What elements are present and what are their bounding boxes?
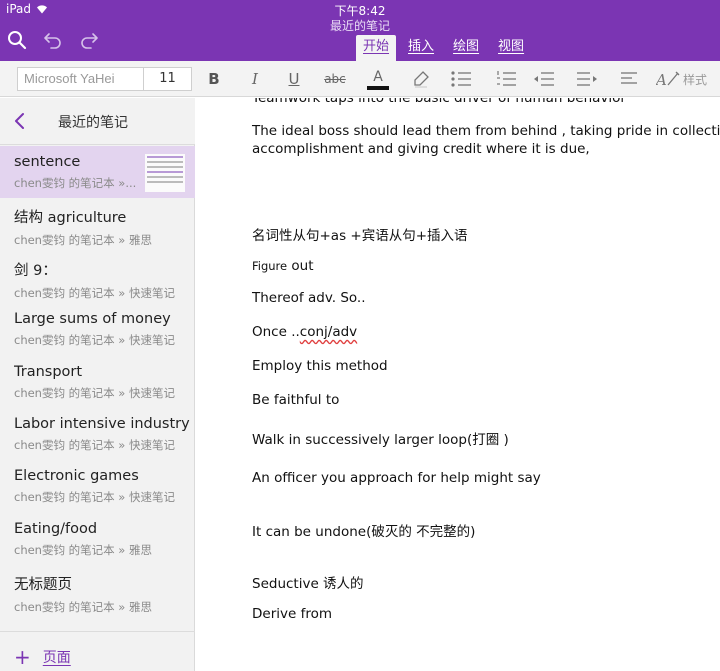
- decrease-indent-icon[interactable]: [532, 67, 556, 91]
- font-color-swatch: [367, 85, 389, 90]
- note-line: Employ this method: [252, 358, 388, 374]
- tab-insert[interactable]: 插入: [401, 35, 441, 61]
- note-location: chen雯钧 的笔记本 » 快速笔记: [14, 285, 175, 300]
- plus-icon: +: [14, 644, 31, 669]
- notes-sidebar: 最近的笔记 sentence chen雯钧 的笔记本 »... 结构 agric…: [0, 98, 195, 671]
- list-item[interactable]: Eating/food chen雯钧 的笔记本 » 雅思: [0, 513, 195, 565]
- font-name-field[interactable]: Microsoft YaHei: [18, 68, 144, 90]
- note-line: 名词性从句+as +宾语从句+插入语: [252, 228, 468, 244]
- font-color-button[interactable]: A: [366, 67, 390, 91]
- ribbon-tabs: 开始 插入 绘图 视图: [356, 35, 536, 61]
- note-line: accomplishment and giving credit where i…: [252, 141, 590, 157]
- figure-word: Figure: [252, 259, 288, 273]
- once-prefix: Once ..: [252, 324, 300, 340]
- note-title: 结构 agriculture: [14, 210, 127, 227]
- sidebar-header: 最近的笔记: [0, 98, 195, 145]
- undo-icon[interactable]: [42, 29, 64, 51]
- note-title: 剑 9：: [14, 262, 57, 279]
- note-title: Eating/food: [14, 520, 98, 537]
- list-item[interactable]: Transport chen雯钧 的笔记本 » 快速笔记: [0, 356, 195, 408]
- list-item[interactable]: 无标题页 chen雯钧 的笔记本 » 雅思: [0, 565, 195, 617]
- note-line: Walk in successively larger loop(打圈 ): [252, 432, 509, 448]
- bullet-list-icon[interactable]: [449, 67, 473, 91]
- note-title: 无标题页: [14, 577, 72, 594]
- add-page-label: 页面: [42, 649, 71, 666]
- note-location: chen雯钧 的笔记本 » 雅思: [14, 600, 152, 615]
- note-line: Teamwork taps into the basic driver of h…: [252, 98, 626, 106]
- font-picker: Microsoft YaHei 11: [17, 67, 192, 91]
- note-line: The ideal boss should lead them from beh…: [252, 123, 720, 139]
- sidebar-title: 最近的笔记: [58, 115, 128, 131]
- figure-rest: out: [287, 258, 314, 274]
- font-size-field[interactable]: 11: [144, 68, 191, 90]
- note-line: Seductive 诱人的: [252, 576, 364, 592]
- list-item[interactable]: sentence chen雯钧 的笔记本 »...: [0, 146, 195, 199]
- list-item[interactable]: 结构 agriculture chen雯钧 的笔记本 » 雅思: [0, 198, 195, 250]
- list-item[interactable]: Electronic games chen雯钧 的笔记本 » 快速笔记: [0, 460, 195, 512]
- italic-button[interactable]: I: [245, 67, 265, 91]
- note-canvas[interactable]: Teamwork taps into the basic driver of h…: [196, 98, 720, 671]
- list-item[interactable]: Labor intensive industry chen雯钧 的笔记本 » 快…: [0, 408, 195, 460]
- note-location: chen雯钧 的笔记本 » 雅思: [14, 542, 152, 557]
- note-line: Thereof adv. So..: [252, 290, 366, 306]
- increase-indent-icon[interactable]: [575, 67, 599, 91]
- note-location: chen雯钧 的笔记本 » 快速笔记: [14, 385, 175, 400]
- note-location: chen雯钧 的笔记本 » 快速笔记: [14, 437, 175, 452]
- font-color-label: A: [373, 68, 383, 85]
- tab-view[interactable]: 视图: [491, 35, 531, 61]
- recent-notes-list: sentence chen雯钧 的笔记本 »... 结构 agriculture…: [0, 146, 195, 618]
- add-page-button[interactable]: + 页面: [0, 631, 195, 671]
- top-actions: [6, 29, 100, 51]
- search-icon[interactable]: [6, 29, 28, 51]
- note-line: Be faithful to: [252, 392, 340, 408]
- note-location: chen雯钧 的笔记本 » 雅思: [14, 233, 152, 248]
- note-title: Labor intensive industry: [14, 415, 190, 432]
- note-location: chen雯钧 的笔记本 » 快速笔记: [14, 333, 175, 348]
- redo-icon[interactable]: [78, 29, 100, 51]
- tab-home[interactable]: 开始: [356, 35, 397, 61]
- styles-icon: A: [656, 71, 680, 88]
- spellcheck-marked-word: conj/adv: [299, 324, 358, 340]
- note-title: Large sums of money: [14, 311, 171, 328]
- note-line: An officer you approach for help might s…: [252, 470, 541, 486]
- note-title: Transport: [14, 363, 83, 380]
- svg-text:A: A: [656, 71, 667, 88]
- note-line: It can be undone(破灭的 不完整的): [252, 524, 476, 540]
- note-location: chen雯钧 的笔记本 » 快速笔记: [14, 490, 175, 505]
- numbered-list-icon[interactable]: [494, 67, 518, 91]
- note-thumbnail: [145, 154, 185, 192]
- note-title: Electronic games: [14, 468, 139, 485]
- align-icon[interactable]: [618, 67, 640, 91]
- top-bar: iPad 下午8:42 最近的笔记 开始 插入 绘图 视图: [0, 0, 720, 61]
- underline-button[interactable]: U: [284, 67, 304, 91]
- note-line: Derive from: [252, 606, 333, 622]
- bold-button[interactable]: B: [204, 67, 224, 91]
- styles-button[interactable]: A 样式: [656, 67, 712, 91]
- tab-draw[interactable]: 绘图: [446, 35, 486, 61]
- format-toolbar: Microsoft YaHei 11 B I U abc A A 样式: [0, 61, 720, 97]
- back-chevron-icon[interactable]: [12, 111, 28, 131]
- styles-label: 样式: [683, 72, 708, 87]
- list-item[interactable]: 剑 9： chen雯钧 的笔记本 » 快速笔记: [0, 251, 195, 303]
- list-item[interactable]: Large sums of money chen雯钧 的笔记本 » 快速笔记: [0, 303, 195, 355]
- note-line: Once ..conj/adv: [252, 324, 357, 340]
- note-line: Figure out: [252, 258, 314, 274]
- app-title: 最近的笔记: [329, 19, 390, 33]
- highlighter-icon[interactable]: [410, 67, 432, 91]
- strikethrough-button[interactable]: abc: [322, 67, 348, 91]
